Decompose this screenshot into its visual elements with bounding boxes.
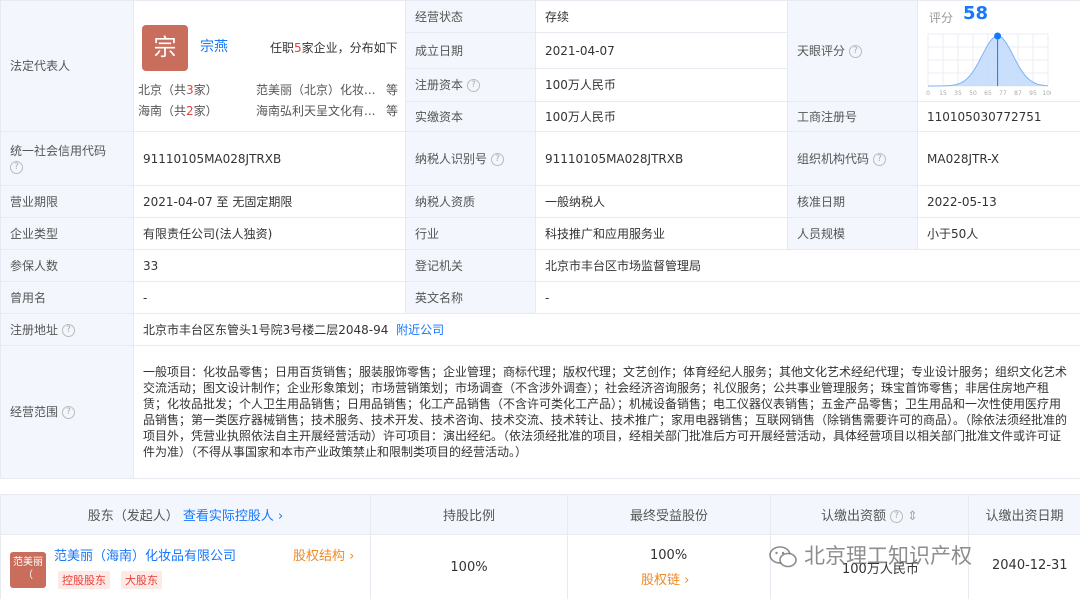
score-marker-dot bbox=[994, 32, 1002, 40]
view-actual-controller-link[interactable]: 查看实际控股人 › bbox=[183, 509, 283, 524]
credit-code-value: 91110105MA028JTRXB bbox=[133, 131, 406, 186]
watermark: 北京理工知识产权 bbox=[768, 540, 972, 570]
found-date-value: 2021-04-07 bbox=[535, 32, 788, 69]
help-icon[interactable]: ? bbox=[62, 406, 76, 419]
reg-capital-value: 100万人民币 bbox=[535, 68, 788, 102]
staff-size-value: 小于50人 bbox=[917, 217, 1080, 250]
help-icon[interactable]: ? bbox=[873, 152, 887, 166]
paid-capital-label: 实缴资本 bbox=[405, 101, 536, 132]
org-code-label: 组织机构代码? bbox=[787, 131, 918, 186]
amount-header[interactable]: 认缴出资额? ⇕ bbox=[770, 494, 969, 535]
biz-reg-no-label: 工商注册号 bbox=[787, 101, 918, 132]
final-ratio-cell bbox=[567, 534, 771, 599]
company-type-value: 有限责任公司(法人独资) bbox=[133, 217, 406, 250]
reg-capital-label: 注册资本? bbox=[405, 68, 536, 102]
final-ratio-value: 100% bbox=[650, 548, 688, 563]
legal-rep-name[interactable]: 宗燕 bbox=[200, 39, 228, 55]
insured-value: 33 bbox=[133, 249, 406, 282]
staff-size-label: 人员规模 bbox=[787, 217, 918, 250]
help-icon[interactable]: ? bbox=[467, 79, 481, 92]
wechat-icon bbox=[769, 546, 797, 568]
region-hainan-company[interactable]: 海南弘利天呈文化有... bbox=[256, 103, 375, 119]
reg-authority-value: 北京市丰台区市场监督管理局 bbox=[535, 249, 1080, 282]
ratio-header: 持股比例 bbox=[370, 494, 568, 535]
legal-rep-label: 法定代表人 bbox=[0, 0, 134, 132]
region-hainan[interactable]: 海南（共2家） bbox=[138, 103, 218, 119]
sort-icon[interactable]: ⇕ bbox=[907, 509, 918, 524]
status-label: 经营状态 bbox=[405, 0, 536, 33]
taxpayer-id-value: 91110105MA028JTRXB bbox=[535, 131, 788, 186]
axis-tick-label: 95 bbox=[1029, 90, 1037, 97]
tag-major: 大股东 bbox=[121, 571, 162, 589]
former-name-label: 曾用名 bbox=[0, 281, 134, 314]
address-label: 注册地址? bbox=[0, 313, 134, 346]
industry-value: 科技推广和应用服务业 bbox=[535, 217, 788, 250]
approve-date-value: 2022-05-13 bbox=[917, 185, 1080, 218]
shareholder-logo[interactable]: 范美丽（ bbox=[10, 552, 46, 588]
company-type-label: 企业类型 bbox=[0, 217, 134, 250]
industry-label: 行业 bbox=[405, 217, 536, 250]
axis-tick-label: 0 bbox=[926, 90, 930, 97]
help-icon[interactable]: ? bbox=[10, 160, 23, 174]
help-icon[interactable]: ? bbox=[62, 323, 76, 337]
insured-label: 参保人数 bbox=[0, 249, 134, 282]
paid-capital-value: 100万人民币 bbox=[535, 101, 788, 132]
approve-date-label: 核准日期 bbox=[787, 185, 918, 218]
region-beijing[interactable]: 北京（共3家） bbox=[138, 82, 218, 98]
axis-tick-label: 77 bbox=[999, 90, 1007, 97]
final-ratio-header: 最终受益股份 bbox=[567, 494, 771, 535]
biz-term-value: 2021-04-07 至 无固定期限 bbox=[133, 185, 406, 218]
score-distribution-chart: 0 15 35 50 65 77 87 95 100 bbox=[926, 32, 1051, 97]
equity-structure-link[interactable]: 股权结构 › bbox=[293, 545, 354, 564]
shareholder-name-link[interactable]: 范美丽（海南）化妆品有限公司 bbox=[54, 545, 236, 564]
credit-code-label: 统一社会信用代码? bbox=[0, 131, 134, 186]
region-beijing-company[interactable]: 范美丽（北京）化妆... bbox=[256, 82, 375, 98]
taxpayer-id-label: 纳税人识别号? bbox=[405, 131, 536, 186]
axis-tick-label: 65 bbox=[984, 90, 992, 97]
axis-tick-label: 100 bbox=[1042, 90, 1051, 97]
biz-reg-no-value: 110105030772751 bbox=[917, 101, 1080, 132]
tianyan-score-widget[interactable]: 评分 58 0 15 35 50 65 77 87 95 100 bbox=[787, 0, 1080, 101]
org-code-value: MA028JTR-X bbox=[917, 131, 1080, 186]
score-label: 评分 bbox=[929, 11, 954, 25]
axis-tick-label: 50 bbox=[969, 90, 977, 97]
region-hainan-etc: 等 bbox=[386, 104, 399, 118]
axis-tick-label: 87 bbox=[1014, 90, 1022, 97]
shareholder-header: 股东（发起人） 查看实际控股人 › bbox=[0, 494, 371, 535]
address-value: 北京市丰台区东管头1号院3号楼二层2048-94 附近公司 bbox=[133, 313, 1080, 346]
legal-rep-avatar[interactable]: 宗 bbox=[142, 25, 188, 71]
found-date-label: 成立日期 bbox=[405, 32, 536, 69]
axis-tick-label: 35 bbox=[954, 90, 962, 97]
scope-value: 一般项目：化妆品零售；日用百货销售；服装服饰零售；企业管理；商标代理；版权代理；… bbox=[133, 345, 1080, 479]
region-beijing-etc: 等 bbox=[386, 83, 399, 97]
ratio-cell: 100% bbox=[370, 534, 568, 599]
former-name-value: - bbox=[133, 281, 406, 314]
tag-controlling: 控股股东 bbox=[58, 571, 110, 589]
taxpayer-qual-value: 一般纳税人 bbox=[535, 185, 788, 218]
help-icon[interactable]: ? bbox=[491, 152, 505, 166]
en-name-label: 英文名称 bbox=[405, 281, 536, 314]
biz-term-label: 营业期限 bbox=[0, 185, 134, 218]
equity-chain-link[interactable]: 股权链 › bbox=[641, 569, 689, 588]
score-value: 58 bbox=[963, 3, 989, 24]
en-name-value: - bbox=[535, 281, 1080, 314]
nearby-companies-link[interactable]: 附近公司 bbox=[396, 323, 444, 337]
status-value: 存续 bbox=[535, 0, 788, 33]
date-header: 认缴出资日期 bbox=[968, 494, 1080, 535]
axis-tick-label: 15 bbox=[939, 90, 947, 97]
legal-rep-tenure: 任职5家企业，分布如下 bbox=[270, 41, 398, 55]
reg-authority-label: 登记机关 bbox=[405, 249, 536, 282]
scope-label: 经营范围? bbox=[0, 345, 134, 479]
help-icon[interactable]: ? bbox=[889, 510, 903, 523]
legal-rep-cell: 宗 宗燕 任职5家企业，分布如下 北京（共3家） 范美丽（北京）化妆... 等 … bbox=[133, 0, 406, 132]
taxpayer-qual-label: 纳税人资质 bbox=[405, 185, 536, 218]
date-value: 2040-12-31 bbox=[992, 558, 1068, 573]
